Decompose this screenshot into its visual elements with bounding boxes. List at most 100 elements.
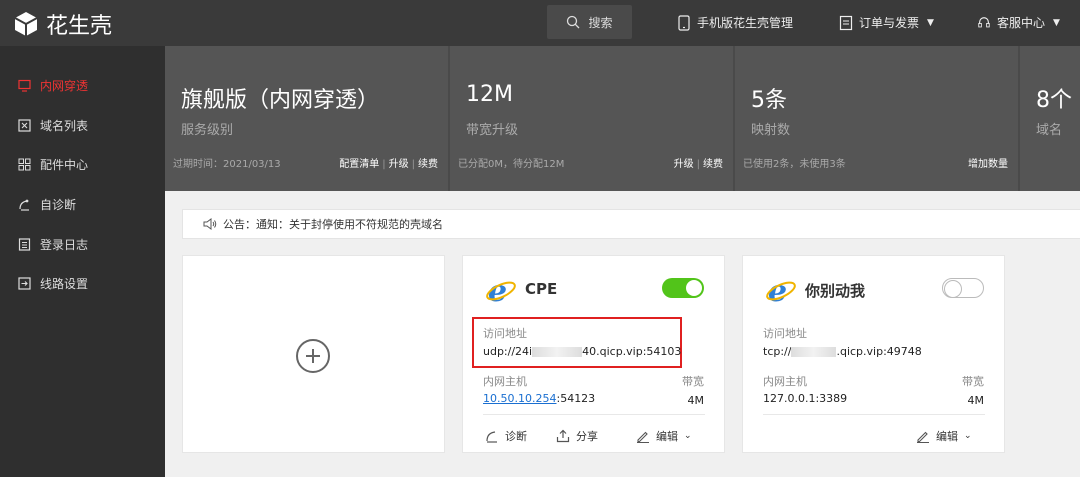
sidebar-item-self-diagnosis[interactable]: 自诊断: [18, 194, 76, 214]
share-label: 分享: [576, 430, 598, 443]
pencil-icon: [637, 431, 649, 443]
stat-service-level: 旗舰版（内网穿透） 服务级别 过期时间：2021/03/13 配置清单 | 升级 | 续…: [165, 46, 448, 191]
mapping-title: 你别动我: [805, 282, 866, 300]
sidebar-item-label: 登录日志: [40, 237, 89, 252]
caret-down-icon: ▼: [1053, 17, 1060, 28]
ie-browser-icon: e: [486, 274, 516, 306]
intranet-host-ip-link[interactable]: 10.50.10.254: [483, 392, 556, 405]
headset-icon: [978, 16, 990, 27]
orders-invoices-menu[interactable]: 订单与发票 ▼: [839, 14, 934, 31]
share-button[interactable]: 分享: [556, 428, 598, 444]
edit-menu-button[interactable]: 编辑 ⌄: [916, 428, 972, 444]
stat-label: 服务级别: [181, 123, 234, 138]
peanut-logo-icon: [14, 12, 38, 36]
access-address-value[interactable]: udp://24i 40.qicp.vip:54103: [483, 345, 681, 358]
announcement-bar[interactable]: 公告：通知：关于封停使用不符规范的壳域名: [182, 209, 1080, 239]
add-mapping-card[interactable]: [182, 255, 445, 453]
search-icon: [567, 15, 580, 29]
satellite-icon: [486, 431, 497, 443]
sidebar-item-label: 线路设置: [40, 276, 89, 291]
mapping-card: e 你别动我 访问地址 tcp:// .qicp.vip:49748 内网主机 带…: [742, 255, 1005, 453]
mobile-management-label: 手机版花生壳管理: [697, 16, 794, 30]
sidebar: 内网穿透 域名列表 配件中心 自诊断 登录日志 线路设置: [0, 46, 165, 477]
pencil-icon: [917, 431, 929, 443]
mapping-card: e CPE 访问地址 udp://24i 40.qicp.vip:54103 内网…: [462, 255, 725, 453]
access-address-value[interactable]: tcp:// .qicp.vip:49748: [763, 345, 922, 358]
monitor-icon: [18, 79, 31, 92]
logo-text: 花生壳: [46, 14, 113, 39]
edit-menu-button[interactable]: 编辑 ⌄: [636, 428, 692, 444]
stat-domains: 8个 域名: [1020, 46, 1080, 191]
stat-actions: 配置清单 | 升级 | 续费: [339, 159, 438, 170]
grid-icon: [18, 158, 31, 170]
add-circle-icon[interactable]: [296, 339, 330, 373]
stat-value: 5条: [751, 88, 787, 113]
chevron-down-icon: ⌄: [684, 431, 692, 441]
sidebar-item-accessory-center[interactable]: 配件中心: [18, 154, 88, 174]
upgrade-link[interactable]: 升级: [674, 159, 694, 170]
bandwidth-value: 4M: [687, 394, 705, 407]
access-address-label: 访问地址: [483, 327, 527, 340]
stat-label: 带宽升级: [466, 123, 519, 138]
mapping-enabled-toggle[interactable]: [662, 278, 704, 298]
blurred-region: [791, 347, 837, 357]
access-address-label: 访问地址: [763, 327, 807, 340]
access-address-suffix: 40.qicp.vip:54103: [582, 345, 682, 358]
intranet-host-label: 内网主机: [483, 375, 527, 388]
route-icon: [18, 276, 31, 290]
search-label: 搜索: [588, 15, 613, 30]
blurred-region: [532, 347, 583, 357]
bandwidth-allocation: 已分配0M，待分配12M: [458, 159, 565, 170]
stat-label: 域名: [1036, 123, 1063, 138]
share-upload-icon: [556, 429, 570, 443]
diagnose-button[interactable]: 诊断: [485, 428, 527, 444]
sidebar-item-login-log[interactable]: 登录日志: [18, 234, 88, 254]
edit-label: 编辑: [656, 430, 678, 443]
support-center-menu[interactable]: 客服中心 ▼: [977, 14, 1060, 31]
config-list-link[interactable]: 配置清单: [339, 159, 379, 170]
access-address-prefix: udp://24i: [483, 345, 533, 358]
phone-icon: [678, 14, 690, 31]
intranet-host-port: :54123: [556, 392, 596, 405]
satellite-icon: [19, 199, 29, 211]
support-center-label: 客服中心: [997, 16, 1046, 30]
stat-actions: 升级 | 续费: [673, 159, 723, 170]
renew-link[interactable]: 续费: [418, 159, 438, 170]
announcement-text: 公告：通知：关于封停使用不符规范的壳域名: [223, 218, 443, 231]
intranet-host-label: 内网主机: [763, 375, 807, 388]
diagnose-label: 诊断: [505, 430, 527, 443]
bandwidth-value: 4M: [967, 394, 985, 407]
intranet-host-value: 127.0.0.1:3389: [763, 392, 848, 405]
bandwidth-label: 带宽: [682, 375, 704, 388]
renew-link[interactable]: 续费: [703, 159, 723, 170]
domain-icon: [18, 118, 31, 132]
mapping-title: CPE: [525, 280, 558, 298]
edit-label: 编辑: [936, 430, 958, 443]
stat-value: 旗舰版（内网穿透）: [181, 88, 380, 113]
expiry-date: 过期时间：2021/03/13: [173, 159, 281, 170]
mobile-management-link[interactable]: 手机版花生壳管理: [677, 14, 793, 31]
search-button[interactable]: 搜索: [547, 5, 632, 39]
service-stats-band: 旗舰版（内网穿透） 服务级别 过期时间：2021/03/13 配置清单 | 升级 | 续…: [165, 46, 1080, 191]
logo[interactable]: 花生壳: [12, 8, 112, 40]
access-address-prefix: tcp://: [763, 345, 792, 358]
stat-mappings: 5条 映射数 已使用2条，未使用3条 增加数量: [735, 46, 1018, 191]
sidebar-item-label: 配件中心: [40, 157, 89, 172]
sidebar-item-label: 自诊断: [40, 197, 77, 212]
stat-bandwidth: 12M 带宽升级 已分配0M，待分配12M 升级 | 续费: [450, 46, 733, 191]
add-quantity-link[interactable]: 增加数量: [968, 159, 1008, 170]
mapping-usage: 已使用2条，未使用3条: [743, 159, 846, 170]
caret-down-icon: ▼: [927, 17, 934, 28]
log-icon: [18, 237, 31, 251]
mapping-enabled-toggle[interactable]: [942, 278, 984, 298]
intranet-host-value: 10.50.10.254:54123: [483, 392, 595, 405]
sidebar-item-route-settings[interactable]: 线路设置: [18, 273, 88, 293]
speaker-icon: [203, 218, 217, 230]
top-bar: 花生壳 搜索 手机版花生壳管理 订单与发票 ▼ 客服中心 ▼: [0, 0, 1080, 46]
sidebar-item-label: 内网穿透: [40, 78, 89, 93]
upgrade-link[interactable]: 升级: [389, 159, 409, 170]
ie-browser-icon: e: [766, 274, 796, 306]
access-address-suffix: .qicp.vip:49748: [836, 345, 922, 358]
sidebar-item-domain-list[interactable]: 域名列表: [18, 115, 88, 135]
sidebar-item-intranet-penetration[interactable]: 内网穿透: [18, 75, 88, 95]
